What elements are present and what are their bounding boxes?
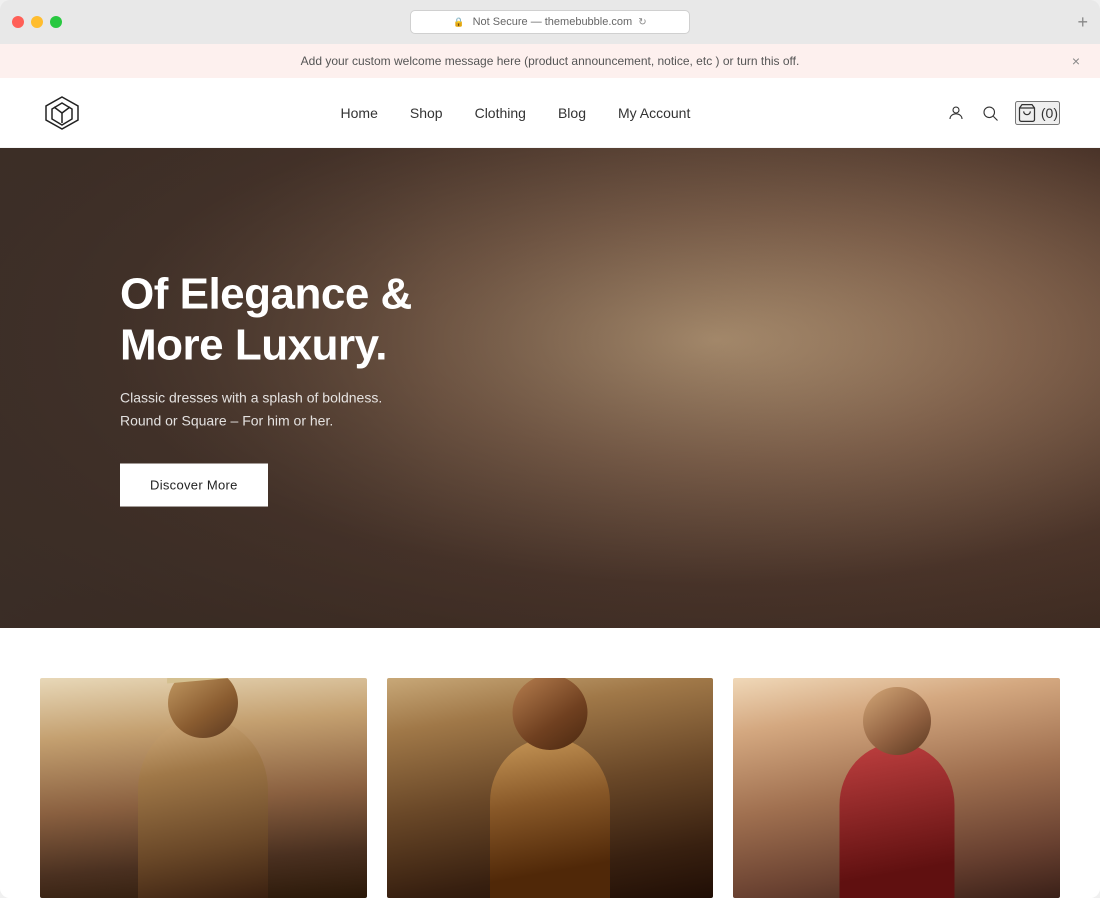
announcement-bar: Add your custom welcome message here (pr… [0,44,1100,78]
hero-section: Of Elegance & More Luxury. Classic dress… [0,148,1100,628]
cart-count: (0) [1041,105,1058,121]
site-wrapper: Add your custom welcome message here (pr… [0,44,1100,898]
announcement-message: Add your custom welcome message here (pr… [301,54,800,68]
refresh-icon[interactable]: ↻ [638,17,646,28]
hero-content: Of Elegance & More Luxury. Classic dress… [120,270,412,507]
maximize-dot[interactable] [50,16,62,28]
nav-my-account[interactable]: My Account [618,105,690,121]
product-card-3[interactable] [733,678,1060,898]
search-icon-button[interactable] [981,104,999,122]
product-image-1 [40,678,367,898]
new-tab-button[interactable]: + [1077,12,1088,33]
close-dot[interactable] [12,16,24,28]
nav-clothing[interactable]: Clothing [475,105,526,121]
minimize-dot[interactable] [31,16,43,28]
announcement-close-button[interactable]: × [1072,53,1080,69]
product-image-2 [387,678,714,898]
cart-button[interactable]: (0) [1015,101,1060,125]
products-grid [40,678,1060,898]
address-bar[interactable]: 🔒 Not Secure — themebubble.com ↻ [410,10,690,34]
product-image-3 [733,678,1060,898]
user-icon-button[interactable] [947,104,965,122]
hero-title: Of Elegance & More Luxury. [120,270,412,371]
logo-area[interactable] [40,95,84,131]
product-card-2[interactable] [387,678,714,898]
window-chrome: 🔒 Not Secure — themebubble.com ↻ + [0,0,1100,44]
site-header: Home Shop Clothing Blog My Account [0,78,1100,148]
nav-home[interactable]: Home [341,105,378,121]
lock-icon: 🔒 [453,17,464,28]
products-section [0,628,1100,898]
hero-cta-button[interactable]: Discover More [120,463,268,506]
main-nav: Home Shop Clothing Blog My Account [341,105,691,121]
logo-icon [40,95,84,131]
hero-subtitle: Classic dresses with a splash of boldnes… [120,387,412,432]
nav-blog[interactable]: Blog [558,105,586,121]
product-card-1[interactable] [40,678,367,898]
nav-shop[interactable]: Shop [410,105,443,121]
nav-icons: (0) [947,101,1060,125]
window-dots [12,16,62,28]
address-text: Not Secure — themebubble.com [473,16,633,28]
